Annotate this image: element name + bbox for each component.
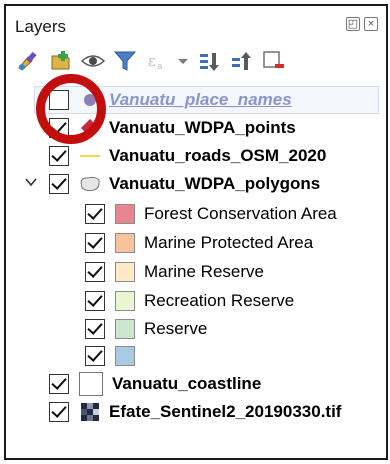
layer-label: Vanuatu_place_names: [109, 90, 292, 109]
class-label: Reserve: [144, 319, 208, 338]
close-panel-icon[interactable]: ×: [364, 17, 378, 31]
svg-text:a: a: [157, 62, 163, 72]
sentinel-checkbox[interactable]: [49, 402, 69, 422]
class-checkbox[interactable]: [85, 233, 105, 253]
layer-label: Vanuatu_WDPA_polygons: [109, 174, 321, 193]
layer-row-wdpa-polygons[interactable]: Vanuatu_WDPA_polygons: [24, 171, 320, 197]
class-row[interactable]: Marine Reserve: [85, 259, 264, 285]
layers-titlebar: Layers ◰ ×: [6, 6, 386, 40]
eye-icon[interactable]: [80, 48, 106, 74]
chevron-down-icon[interactable]: [176, 48, 190, 74]
class-label: Marine Reserve: [144, 262, 264, 281]
layer-label: Vanuatu_WDPA_points: [109, 118, 296, 137]
style-icon[interactable]: [16, 48, 42, 74]
filter-icon[interactable]: [112, 48, 138, 74]
float-panel-icon[interactable]: ◰: [346, 17, 360, 31]
class-checkbox[interactable]: [85, 291, 105, 311]
layer-label: Vanuatu_roads_OSM_2020: [109, 146, 327, 165]
class-checkbox[interactable]: [85, 262, 105, 282]
highlight-circle-annotation: [36, 74, 106, 144]
color-swatch: [115, 233, 135, 253]
class-row[interactable]: Marine Protected Area: [85, 230, 313, 256]
svg-text:ε: ε: [148, 52, 156, 70]
raster-icon: [79, 402, 101, 422]
filter-expression-icon[interactable]: ε a: [144, 48, 170, 74]
class-label: Recreation Reserve: [144, 291, 295, 310]
color-swatch: [115, 204, 135, 224]
polygon-symbol-icon: [79, 174, 101, 194]
layer-row-coastline[interactable]: Vanuatu_coastline: [49, 371, 261, 397]
empty-fill-symbol-icon: [79, 372, 103, 396]
class-checkbox[interactable]: [85, 346, 105, 366]
class-checkbox[interactable]: [85, 204, 105, 224]
class-row[interactable]: Forest Conservation Area: [85, 201, 337, 227]
class-row[interactable]: Reserve: [85, 316, 207, 342]
wdpa-polygons-checkbox[interactable]: [49, 174, 69, 194]
class-label: Forest Conservation Area: [144, 204, 337, 223]
coastline-checkbox[interactable]: [49, 374, 69, 394]
roads-checkbox[interactable]: [49, 146, 69, 166]
layer-label: Vanuatu_coastline: [112, 374, 262, 393]
expand-all-icon[interactable]: [196, 48, 222, 74]
add-group-icon[interactable]: [48, 48, 74, 74]
color-swatch: [115, 291, 135, 311]
layer-row-sentinel[interactable]: Efate_Sentinel2_20190330.tif: [49, 399, 341, 425]
color-swatch: [115, 262, 135, 282]
remove-layer-icon[interactable]: [260, 48, 286, 74]
layer-label: Efate_Sentinel2_20190330.tif: [109, 402, 342, 421]
class-row[interactable]: [85, 343, 144, 369]
expand-arrow-icon[interactable]: [24, 175, 44, 194]
layer-row-roads[interactable]: Vanuatu_roads_OSM_2020: [49, 143, 326, 169]
layers-panel: Layers ◰ × ε a Vanuatu_place_names Vanua…: [4, 4, 388, 460]
layers-toolbar: ε a: [16, 46, 286, 76]
collapse-all-icon[interactable]: [228, 48, 254, 74]
color-swatch: [115, 319, 135, 339]
class-row[interactable]: Recreation Reserve: [85, 288, 294, 314]
line-symbol-icon: [79, 146, 101, 166]
panel-title: Layers: [15, 17, 67, 36]
class-checkbox[interactable]: [85, 319, 105, 339]
class-label: Marine Protected Area: [144, 233, 314, 252]
color-swatch: [115, 346, 135, 366]
